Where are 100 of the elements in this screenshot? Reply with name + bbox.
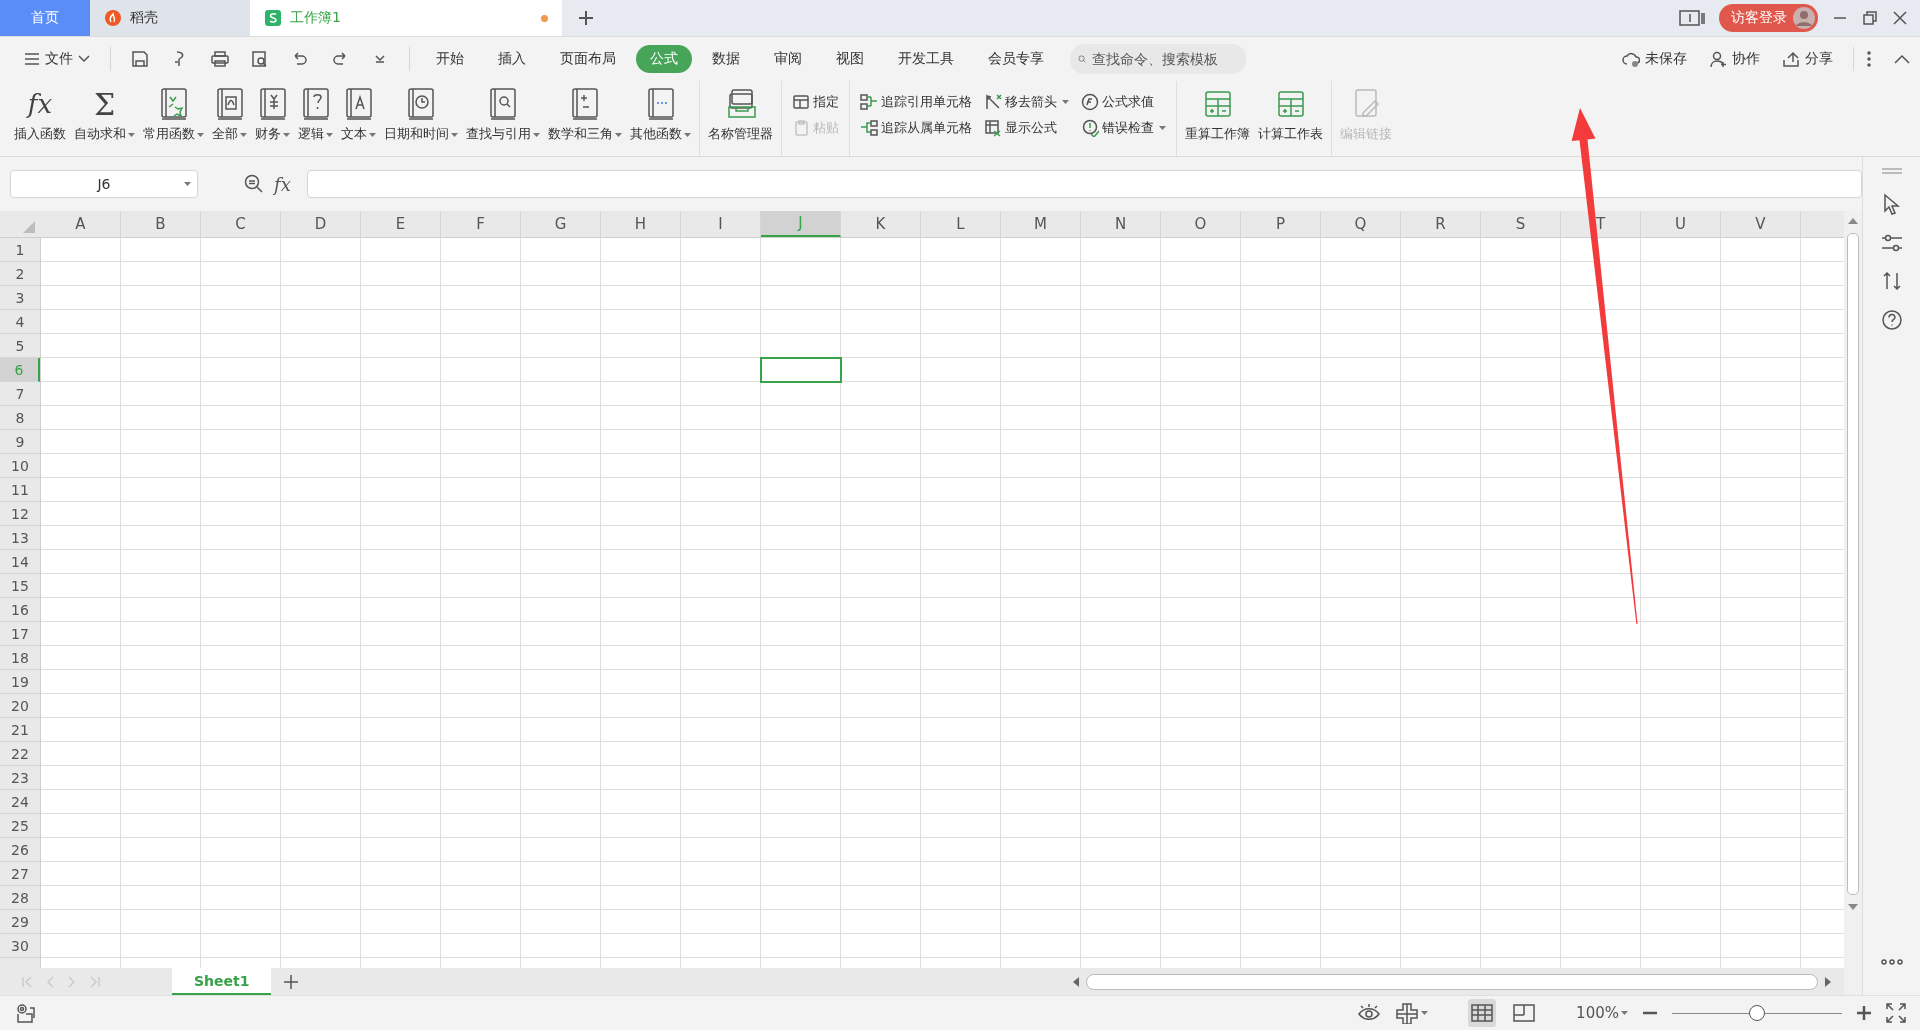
column-header[interactable]: E <box>361 211 441 237</box>
close-icon[interactable] <box>1892 10 1908 26</box>
save-icon[interactable] <box>131 50 149 68</box>
zoom-level[interactable]: 100% <box>1576 1004 1628 1022</box>
search-field[interactable]: 查找命令、搜索模板 <box>1070 44 1246 74</box>
file-menu[interactable]: 文件 <box>16 46 98 72</box>
fullscreen-icon[interactable] <box>1886 1003 1906 1023</box>
redo-icon[interactable] <box>331 50 349 68</box>
row-header[interactable]: 15 <box>0 574 40 598</box>
ribbon-button[interactable]: 文本 <box>337 81 380 156</box>
column-header[interactable]: O <box>1161 211 1241 237</box>
eye-icon[interactable] <box>1357 1003 1382 1023</box>
row-header[interactable]: 21 <box>0 718 40 742</box>
login-button[interactable]: 访客登录 <box>1719 4 1818 32</box>
row-header[interactable]: 23 <box>0 766 40 790</box>
row-header[interactable]: 17 <box>0 622 40 646</box>
row-header[interactable]: 16 <box>0 598 40 622</box>
zoom-in-icon[interactable] <box>1856 1005 1872 1021</box>
more-icon[interactable] <box>1866 50 1872 68</box>
ribbon-button[interactable]: fx 插入函数 <box>10 81 70 156</box>
ribbon-button[interactable]: 显示公式 <box>982 115 1071 141</box>
collapse-icon[interactable] <box>1894 54 1910 64</box>
column-header[interactable]: L <box>921 211 1001 237</box>
row-header[interactable]: 26 <box>0 838 40 862</box>
ribbon-tab[interactable]: 插入 <box>484 45 540 73</box>
row-header[interactable]: 8 <box>0 406 40 430</box>
sheet-tab[interactable]: Sheet1 <box>172 968 272 995</box>
ribbon-tab[interactable]: 视图 <box>822 45 878 73</box>
row-header[interactable]: 24 <box>0 790 40 814</box>
help-icon[interactable] <box>1880 309 1903 331</box>
row-header[interactable]: 18 <box>0 646 40 670</box>
column-header[interactable]: G <box>521 211 601 237</box>
row-header[interactable]: 30 <box>0 934 40 958</box>
name-box[interactable]: J6 <box>10 170 198 198</box>
formula-input[interactable] <box>306 170 1862 198</box>
swap-icon[interactable] <box>1881 271 1902 291</box>
crosshair-icon[interactable] <box>1395 1002 1420 1024</box>
row-header[interactable]: 9 <box>0 430 40 454</box>
row-header[interactable]: 27 <box>0 862 40 886</box>
row-header[interactable]: 13 <box>0 526 40 550</box>
tab[interactable]: 工作簿1 <box>250 0 562 36</box>
row-header[interactable]: 14 <box>0 550 40 574</box>
ribbon-button[interactable]: 追踪引用单元格 <box>858 89 974 115</box>
ribbon-button[interactable]: 常用函数 <box>139 81 208 156</box>
row-header[interactable]: 19 <box>0 670 40 694</box>
pointer-icon[interactable] <box>1881 193 1902 215</box>
ribbon-tab[interactable]: 开始 <box>422 45 478 73</box>
ribbon-tab[interactable]: 页面布局 <box>546 45 630 73</box>
row-header[interactable]: 12 <box>0 502 40 526</box>
column-header[interactable]: R <box>1401 211 1481 237</box>
save-status[interactable]: 未保存 <box>1614 46 1695 72</box>
column-header[interactable]: A <box>41 211 121 237</box>
row-header[interactable]: 11 <box>0 478 40 502</box>
row-header[interactable]: 22 <box>0 742 40 766</box>
column-header[interactable]: F <box>441 211 521 237</box>
ribbon-button[interactable]: 公式求值 <box>1079 89 1168 115</box>
row-header[interactable]: 2 <box>0 262 40 286</box>
column-header[interactable]: D <box>281 211 361 237</box>
restore-icon[interactable] <box>1862 10 1878 26</box>
ribbon-button[interactable]: 错误检查 <box>1079 115 1168 141</box>
column-header[interactable]: C <box>201 211 281 237</box>
undo-icon[interactable] <box>291 50 309 68</box>
ribbon-button[interactable]: 名称管理器 <box>704 81 777 156</box>
column-header[interactable]: Q <box>1321 211 1401 237</box>
column-header[interactable]: S <box>1481 211 1561 237</box>
row-header[interactable]: 29 <box>0 910 40 934</box>
ribbon-button[interactable]: 日期和时间 <box>380 81 462 156</box>
ribbon-button[interactable]: 财务 <box>251 81 294 156</box>
row-header[interactable]: 4 <box>0 310 40 334</box>
more-icon[interactable] <box>1879 959 1904 965</box>
ribbon-button[interactable]: 计算工作表 <box>1254 81 1327 156</box>
row-header[interactable]: 10 <box>0 454 40 478</box>
normal-view-icon[interactable] <box>1471 1004 1494 1022</box>
macro-icon[interactable] <box>14 1002 36 1024</box>
ribbon-tab[interactable]: 数据 <box>698 45 754 73</box>
ribbon-button[interactable]: Σ 自动求和 <box>70 81 139 156</box>
plus-icon[interactable] <box>578 10 594 26</box>
page-view-icon[interactable] <box>1513 1004 1536 1022</box>
print-preview-icon[interactable] <box>251 50 269 68</box>
ribbon-button[interactable]: 数学和三角 <box>544 81 626 156</box>
column-header[interactable]: U <box>1641 211 1721 237</box>
column-header[interactable]: K <box>841 211 921 237</box>
collaborate-button[interactable]: 协作 <box>1701 46 1768 72</box>
row-header[interactable]: 20 <box>0 694 40 718</box>
row-header[interactable]: 25 <box>0 814 40 838</box>
column-header[interactable]: M <box>1001 211 1081 237</box>
slider-thumb[interactable] <box>1749 1005 1765 1021</box>
column-header[interactable]: B <box>121 211 201 237</box>
ribbon-button[interactable]: 重算工作簿 <box>1181 81 1254 156</box>
ribbon-button[interactable]: 逻辑 <box>294 81 337 156</box>
sliders-icon[interactable] <box>1880 233 1903 253</box>
selected-cell[interactable] <box>760 357 842 383</box>
ribbon-button[interactable]: 其他函数 <box>626 81 695 156</box>
row-header[interactable]: 1 <box>0 238 40 262</box>
zoom-formula-icon[interactable] <box>244 174 264 194</box>
window-count-icon[interactable] <box>1679 9 1705 27</box>
column-header[interactable]: V <box>1721 211 1801 237</box>
column-header[interactable]: N <box>1081 211 1161 237</box>
ribbon-button[interactable]: 指定 <box>790 89 841 115</box>
ribbon-tab[interactable]: 审阅 <box>760 45 816 73</box>
